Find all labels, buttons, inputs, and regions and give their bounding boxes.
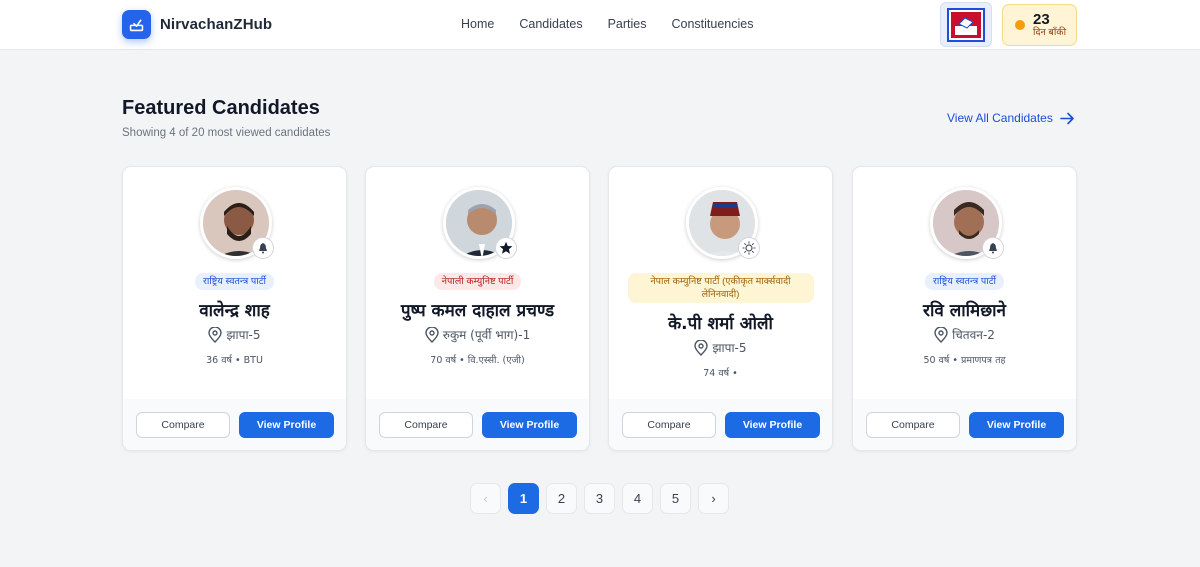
view-all-label: View All Candidates [947,111,1053,125]
view-profile-button[interactable]: View Profile [969,412,1064,438]
location-pin-icon [425,326,439,343]
candidate-card: राष्ट्रिय स्वतन्त्र पार्टी रवि लामिछाने … [852,166,1077,451]
page-button-5[interactable]: 5 [660,483,691,514]
candidate-meta: 36 वर्ष • BTU [206,355,263,366]
location-pin-icon [694,339,709,356]
candidate-meta: 74 वर्ष • [703,368,738,379]
constituency: रुकुम (पूर्वी भाग)-1 [442,328,531,342]
prev-page-button[interactable]: ‹ [470,483,501,514]
brand[interactable]: NirvachanZHub [122,10,272,39]
bell-icon [982,237,1004,259]
party-tag: राष्ट्रिय स्वतन्त्र पार्टी [195,273,274,290]
nav-home[interactable]: Home [461,17,494,31]
party-tag: नेपाल कम्युनिष्ट पार्टी (एकीकृत मार्क्सव… [627,273,814,303]
constituency: झापा-5 [712,341,747,355]
candidate-meta: 70 वर्ष • वि.एस्सी. (एजी) [430,355,525,366]
compare-button[interactable]: Compare [622,412,716,438]
candidate-location: चितवन-2 [853,326,1076,343]
section-title: Featured Candidates [122,97,320,119]
view-profile-button[interactable]: View Profile [482,412,577,438]
countdown-dot-icon [1015,20,1025,30]
sun-icon [738,237,760,259]
brand-name: NirvachanZHub [160,16,273,33]
candidate-name: पुष्प कमल दाहाल प्रचण्ड [400,301,555,321]
constituency: चितवन-2 [952,328,995,342]
location-pin-icon [934,326,948,343]
candidate-meta: 50 वर्ष • प्रमाणपत्र तह [923,355,1006,366]
election-commission-logo-button[interactable] [940,2,992,47]
compare-button[interactable]: Compare [379,412,473,438]
page-button-1[interactable]: 1 [508,483,539,514]
constituency: झापा-5 [226,328,261,342]
countdown-label: दिन बाँकी [1033,26,1067,38]
election-countdown: 23 दिन बाँकी [1002,4,1077,46]
main-nav: Home Candidates Parties Constituencies [461,17,754,31]
compare-button[interactable]: Compare [866,412,960,438]
page-button-4[interactable]: 4 [622,483,653,514]
candidate-name: वालेन्द्र शाह [199,301,270,321]
candidate-name: रवि लामिछाने [923,301,1006,321]
star-icon [495,237,517,259]
election-commission-logo [947,7,985,42]
nav-parties[interactable]: Parties [608,17,647,31]
section-subtitle: Showing 4 of 20 most viewed candidates [122,127,331,139]
arrow-right-icon [1060,112,1074,124]
candidate-location: झापा-5 [123,326,346,343]
candidate-location: रुकुम (पूर्वी भाग)-1 [366,326,589,343]
view-all-candidates-link[interactable]: View All Candidates [947,111,1075,125]
ballot-box-icon [122,10,151,39]
pagination: ‹ 1 2 3 4 5 › [470,483,729,514]
page-button-3[interactable]: 3 [584,483,615,514]
location-pin-icon [208,326,223,343]
view-profile-button[interactable]: View Profile [239,412,334,438]
top-navbar: NirvachanZHub Home Candidates Parties Co… [0,0,1200,50]
bell-icon [252,237,274,259]
candidate-card: राष्ट्रिय स्वतन्त्र पार्टी वालेन्द्र शाह… [122,166,347,451]
party-tag: राष्ट्रिय स्वतन्त्र पार्टी [925,273,1004,290]
candidate-location: झापा-5 [609,339,832,356]
page-button-2[interactable]: 2 [546,483,577,514]
countdown-days: 23 [1033,10,1050,28]
nav-constituencies[interactable]: Constituencies [672,17,754,31]
candidate-card: नेपाली कम्युनिष्ट पार्टी पुष्प कमल दाहाल… [365,166,590,451]
view-profile-button[interactable]: View Profile [725,412,820,438]
candidate-card: नेपाल कम्युनिष्ट पार्टी (एकीकृत मार्क्सव… [608,166,833,451]
compare-button[interactable]: Compare [136,412,230,438]
nav-candidates[interactable]: Candidates [519,17,582,31]
party-tag: नेपाली कम्युनिष्ट पार्टी [433,273,522,290]
next-page-button[interactable]: › [698,483,729,514]
candidate-name: के.पी शर्मा ओली [668,314,773,334]
